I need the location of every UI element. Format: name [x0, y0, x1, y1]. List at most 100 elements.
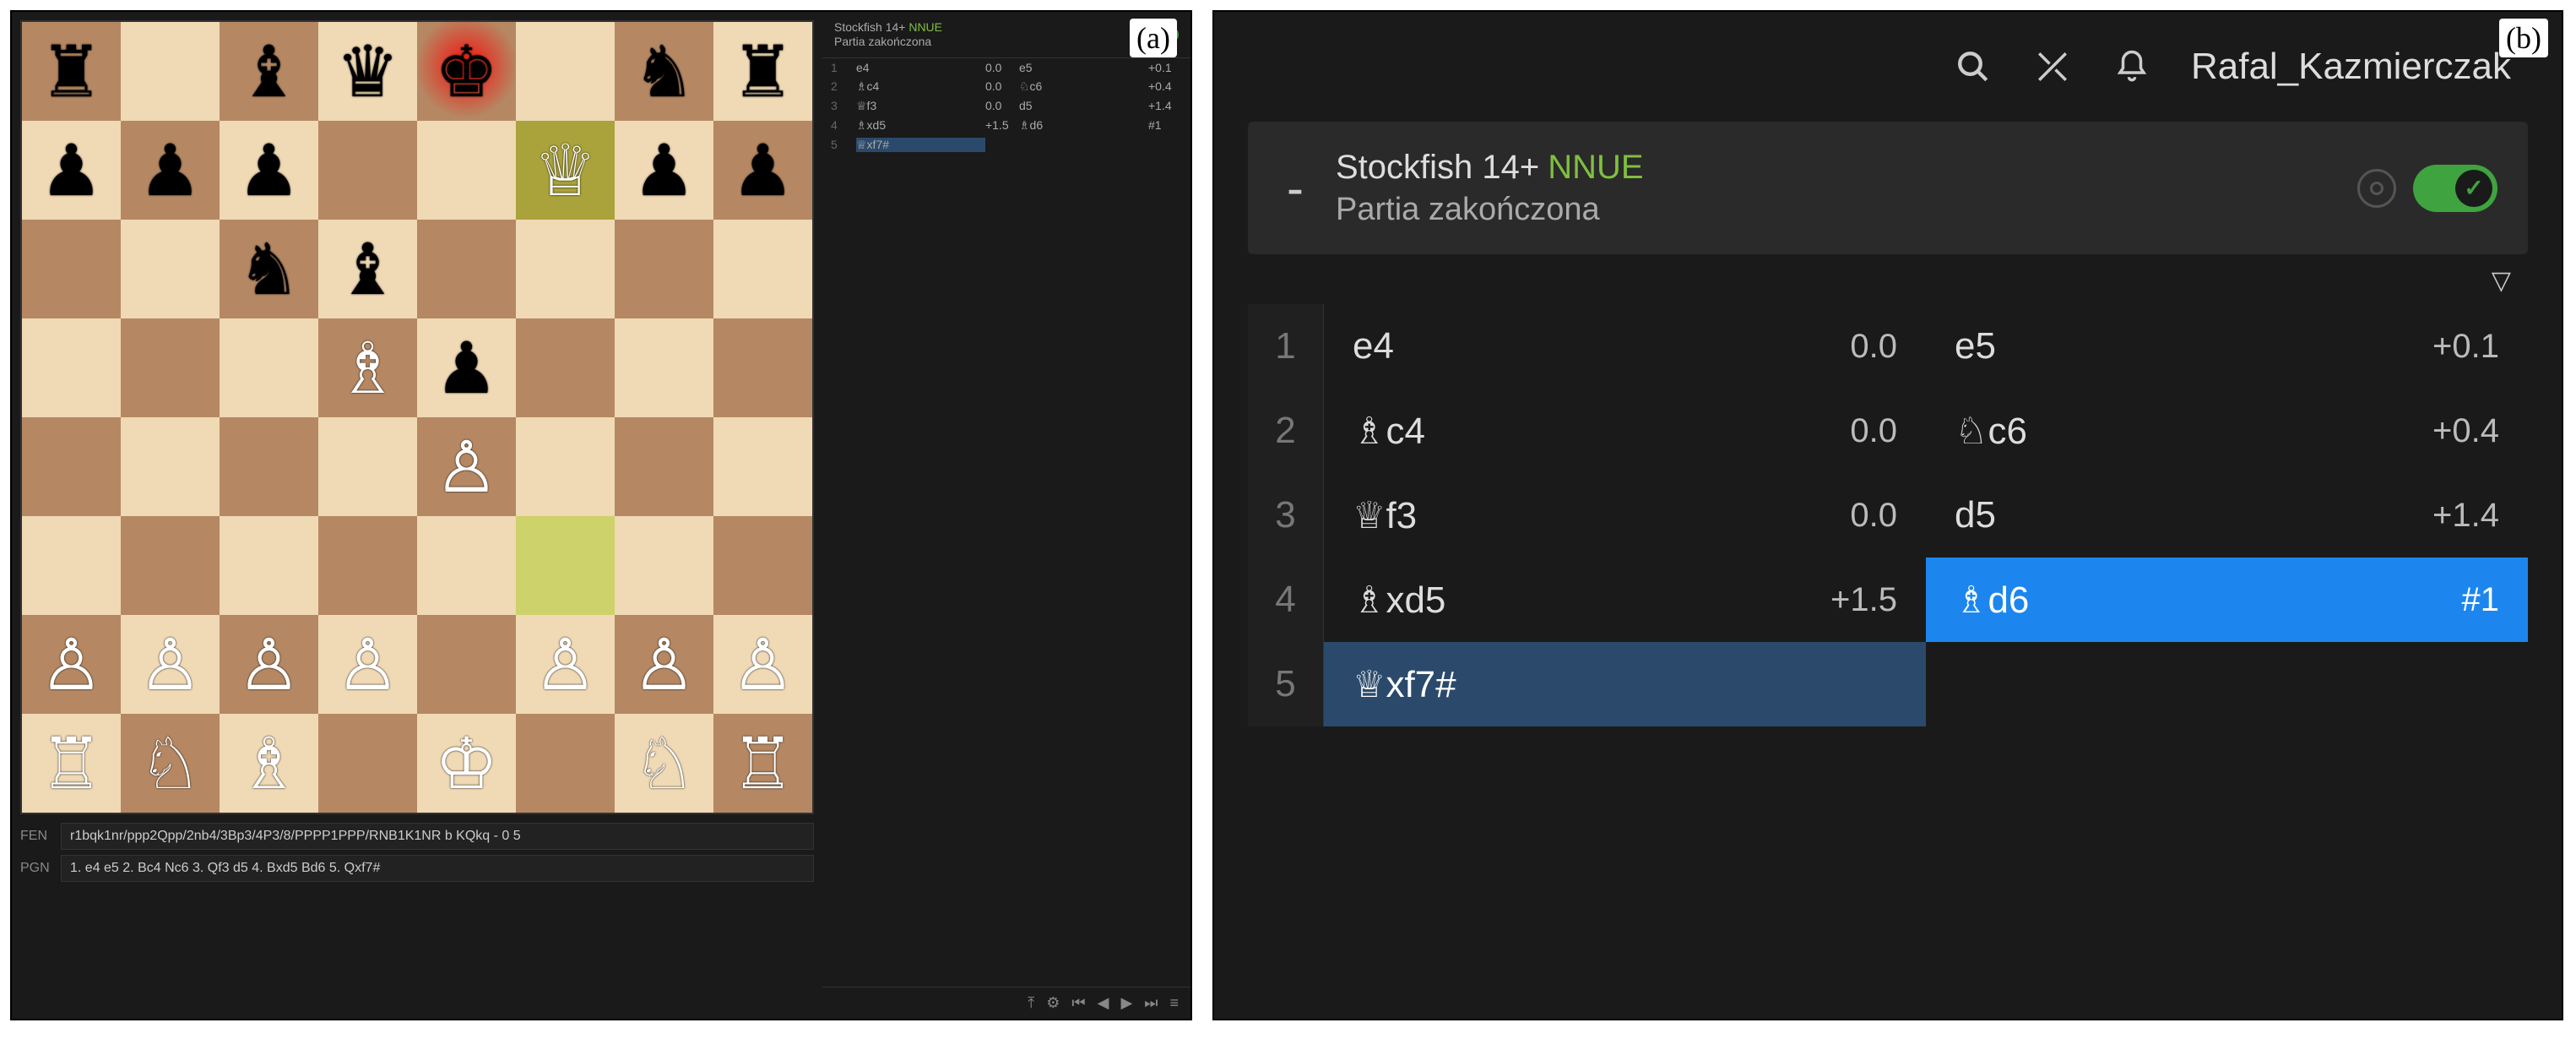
piece-wr[interactable]: ♖: [40, 728, 103, 799]
square-g7[interactable]: ♟: [615, 121, 713, 220]
black-move[interactable]: ♘c6: [1019, 79, 1148, 94]
piece-br[interactable]: ♜: [40, 36, 103, 107]
piece-wb[interactable]: ♗: [336, 333, 399, 404]
square-e2[interactable]: [417, 615, 516, 714]
engine-collapse-icon[interactable]: -: [1278, 159, 1312, 217]
black-move-cell[interactable]: ♗d6#1: [1926, 558, 2528, 642]
square-f3[interactable]: [516, 516, 615, 615]
piece-wp[interactable]: ♙: [731, 629, 794, 700]
white-move[interactable]: ♗xd5: [856, 118, 985, 133]
square-g6[interactable]: [615, 220, 713, 318]
control-button[interactable]: ▶: [1120, 994, 1132, 1012]
square-h8[interactable]: ♜: [713, 22, 812, 121]
square-f1[interactable]: [516, 714, 615, 813]
piece-wp[interactable]: ♙: [435, 432, 498, 503]
square-e4[interactable]: ♙: [417, 417, 516, 516]
control-button[interactable]: ⏮: [1071, 994, 1085, 1012]
square-c2[interactable]: ♙: [220, 615, 318, 714]
square-d3[interactable]: [318, 516, 417, 615]
white-move[interactable]: e4: [856, 61, 985, 74]
square-g2[interactable]: ♙: [615, 615, 713, 714]
square-h4[interactable]: [713, 417, 812, 516]
square-f2[interactable]: ♙: [516, 615, 615, 714]
piece-wb[interactable]: ♗: [237, 728, 301, 799]
black-move-cell[interactable]: ♘c6+0.4: [1926, 389, 2528, 473]
piece-wp[interactable]: ♙: [336, 629, 399, 700]
square-e8[interactable]: ♚: [417, 22, 516, 121]
white-move[interactable]: ♕f3: [856, 99, 985, 113]
piece-wp[interactable]: ♙: [534, 629, 597, 700]
pgn-input[interactable]: [61, 855, 814, 882]
square-c4[interactable]: [220, 417, 318, 516]
square-h5[interactable]: [713, 318, 812, 417]
square-b5[interactable]: [121, 318, 220, 417]
bell-icon[interactable]: [2112, 46, 2152, 87]
square-c3[interactable]: [220, 516, 318, 615]
piece-wp[interactable]: ♙: [632, 629, 696, 700]
square-g5[interactable]: [615, 318, 713, 417]
square-d1[interactable]: [318, 714, 417, 813]
white-move[interactable]: ♕xf7#: [856, 138, 985, 152]
chess-board[interactable]: ♜♝♛♚♞♜♟♟♟♕♟♟♞♝♗♟♙♙♙♙♙♙♙♙♖♘♗♔♘♖: [20, 20, 814, 814]
square-e6[interactable]: [417, 220, 516, 318]
white-move[interactable]: ♗c4: [856, 79, 985, 94]
square-b8[interactable]: [121, 22, 220, 121]
square-f4[interactable]: [516, 417, 615, 516]
square-d8[interactable]: ♛: [318, 22, 417, 121]
square-b2[interactable]: ♙: [121, 615, 220, 714]
control-button[interactable]: ◀: [1098, 994, 1109, 1012]
black-move[interactable]: ♗d6: [1019, 118, 1148, 133]
square-e3[interactable]: [417, 516, 516, 615]
square-d4[interactable]: [318, 417, 417, 516]
square-a6[interactable]: [22, 220, 121, 318]
piece-bb[interactable]: ♝: [336, 234, 399, 305]
piece-wp[interactable]: ♙: [237, 629, 301, 700]
square-c7[interactable]: ♟: [220, 121, 318, 220]
piece-wn[interactable]: ♘: [632, 728, 696, 799]
square-d6[interactable]: ♝: [318, 220, 417, 318]
target-icon[interactable]: [2357, 169, 2396, 208]
square-a8[interactable]: ♜: [22, 22, 121, 121]
square-f6[interactable]: [516, 220, 615, 318]
piece-bp[interactable]: ♟: [138, 135, 202, 206]
piece-bk[interactable]: ♚: [435, 36, 498, 107]
piece-bq[interactable]: ♛: [336, 36, 399, 107]
square-h1[interactable]: ♖: [713, 714, 812, 813]
square-a7[interactable]: ♟: [22, 121, 121, 220]
square-a1[interactable]: ♖: [22, 714, 121, 813]
search-icon[interactable]: [1953, 46, 1993, 87]
square-e1[interactable]: ♔: [417, 714, 516, 813]
piece-bp[interactable]: ♟: [731, 135, 794, 206]
white-move-cell[interactable]: ♗xd5+1.5: [1324, 558, 1926, 642]
engine-toggle[interactable]: [2413, 165, 2497, 212]
control-button[interactable]: ≡: [1169, 994, 1179, 1012]
square-g8[interactable]: ♞: [615, 22, 713, 121]
square-h2[interactable]: ♙: [713, 615, 812, 714]
piece-wn[interactable]: ♘: [138, 728, 202, 799]
square-h6[interactable]: [713, 220, 812, 318]
square-c5[interactable]: [220, 318, 318, 417]
piece-bn[interactable]: ♞: [237, 234, 301, 305]
square-a3[interactable]: [22, 516, 121, 615]
square-a2[interactable]: ♙: [22, 615, 121, 714]
piece-br[interactable]: ♜: [731, 36, 794, 107]
square-a4[interactable]: [22, 417, 121, 516]
fen-input[interactable]: [61, 823, 814, 850]
swords-icon[interactable]: [2032, 46, 2073, 87]
piece-wp[interactable]: ♙: [40, 629, 103, 700]
piece-wp[interactable]: ♙: [138, 629, 202, 700]
square-h3[interactable]: [713, 516, 812, 615]
square-e5[interactable]: ♟: [417, 318, 516, 417]
control-button[interactable]: ⏭: [1144, 994, 1158, 1012]
black-move[interactable]: e5: [1019, 61, 1148, 74]
square-d2[interactable]: ♙: [318, 615, 417, 714]
square-b1[interactable]: ♘: [121, 714, 220, 813]
square-d7[interactable]: [318, 121, 417, 220]
piece-wr[interactable]: ♖: [731, 728, 794, 799]
piece-bn[interactable]: ♞: [632, 36, 696, 107]
square-f8[interactable]: [516, 22, 615, 121]
black-move[interactable]: d5: [1019, 99, 1148, 113]
white-move-cell[interactable]: ♕xf7#: [1324, 642, 1926, 726]
square-c1[interactable]: ♗: [220, 714, 318, 813]
square-a5[interactable]: [22, 318, 121, 417]
